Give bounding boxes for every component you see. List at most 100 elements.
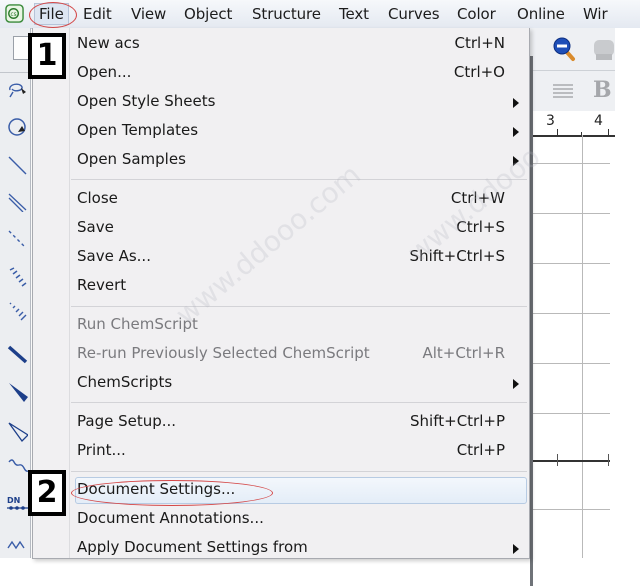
menu-item-label: Revert [77,276,127,294]
menu-item-label: Run ChemScript [77,315,198,333]
wedge-bond-icon[interactable] [6,380,28,402]
svg-text:DN: DN [7,496,20,505]
menu-item-save-as[interactable]: Save As... Shift+Ctrl+S [33,243,529,271]
horizontal-ruler: 3 4 [530,111,615,137]
submenu-arrow-icon [513,127,519,137]
menu-item-revert[interactable]: Revert [33,272,529,300]
menu-item-label: ChemScripts [77,373,173,391]
file-annotation-circle [29,2,77,28]
grid-line [530,213,610,214]
rotate-tool-icon[interactable] [6,116,28,138]
main-toolbar [530,28,615,71]
app-icon: cs [5,4,24,23]
menu-edit[interactable]: Edit [83,5,112,23]
lasso-tool-icon[interactable] [6,80,28,102]
document-canvas[interactable]: B 3 4 [530,28,640,586]
menu-object[interactable]: Object [184,5,232,23]
canvas-edge [530,56,533,586]
menu-item-shortcut: Ctrl+P [456,441,505,459]
menu-item-open-samples[interactable]: Open Samples [33,146,529,174]
hollow-wedge-bond-icon[interactable] [6,420,28,442]
menu-item-shortcut: Shift+Ctrl+P [410,412,505,430]
menu-item-label: Document Annotations... [77,509,264,527]
grid-line [530,509,610,510]
grid-line [530,313,610,314]
menu-item-open-templates[interactable]: Open Templates [33,117,529,145]
svg-text:cs: cs [11,12,17,18]
grid-line [530,263,610,264]
new-document-icon[interactable] [13,36,29,60]
bold-icon[interactable]: B [593,77,612,103]
submenu-arrow-icon [513,156,519,166]
menu-item-open-style-sheets[interactable]: Open Style Sheets [33,88,529,116]
toolbar-top-section [0,28,30,73]
solid-bond-icon[interactable] [6,154,28,176]
template-icon[interactable] [592,34,616,64]
menu-text[interactable]: Text [339,5,369,23]
zoom-out-icon[interactable] [552,35,578,63]
step-badge-2: 2 [28,470,66,516]
menu-separator [71,179,527,180]
wavy-bond-icon[interactable] [6,456,28,478]
menu-item-shortcut: Alt+Ctrl+R [422,344,505,362]
hashed-wedge-bond-icon[interactable] [6,300,28,322]
menu-item-save[interactable]: Save Ctrl+S [33,214,529,242]
menu-item-label: Save As... [77,247,151,265]
menu-item-shortcut: Ctrl+N [454,34,505,52]
menu-item-label: Save [77,218,114,236]
menu-curves[interactable]: Curves [388,5,440,23]
menu-item-open[interactable]: Open... Ctrl+O [33,59,529,87]
menu-separator [71,402,527,403]
grid-line [530,413,610,414]
double-bond-icon[interactable] [6,190,28,212]
menu-structure[interactable]: Structure [252,5,321,23]
menu-item-shortcut: Ctrl+S [456,218,505,236]
chain-tool-icon[interactable] [6,532,28,554]
menu-item-close[interactable]: Close Ctrl+W [33,185,529,213]
menu-item-label: Close [77,189,118,207]
menu-item-shortcut: Shift+Ctrl+S [409,247,505,265]
page-boundary-mark [557,454,558,466]
ruler-tick-3: 3 [546,113,555,129]
menu-item-document-annotations[interactable]: Document Annotations... [33,505,529,533]
menu-item-label: Open Samples [77,150,186,168]
grid-line [582,135,583,558]
menu-item-label: Re-run Previously Selected ChemScript [77,344,370,362]
menu-item-label: Open Templates [77,121,199,139]
menu-item-label: Open... [77,63,132,81]
step-badge-1: 1 [28,33,66,79]
ruler-mark [608,129,609,135]
menu-item-print[interactable]: Print... Ctrl+P [33,437,529,465]
menu-item-run-chemscript: Run ChemScript [33,311,529,339]
menu-item-rerun-chemscript: Re-run Previously Selected ChemScript Al… [33,340,529,368]
submenu-arrow-icon [513,98,519,108]
ruler-mark [557,129,558,135]
document-settings-annotation-circle [71,480,273,506]
menu-color[interactable]: Color [457,5,496,23]
submenu-arrow-icon [513,379,519,389]
menu-item-label: New acs [77,34,140,52]
menubar: cs File Edit View Object Structure Text … [0,0,640,29]
hashed-bond-icon[interactable] [6,266,28,288]
menu-item-page-setup[interactable]: Page Setup... Shift+Ctrl+P [33,408,529,436]
menu-item-shortcut: Ctrl+W [450,189,505,207]
menu-item-label: Open Style Sheets [77,92,216,110]
dashed-bond-icon[interactable] [6,228,28,250]
submenu-arrow-icon [513,544,519,554]
bold-bond-icon[interactable] [6,344,28,366]
menu-view[interactable]: View [131,5,166,23]
menu-separator [71,306,527,307]
left-toolbar: DN [0,28,31,558]
menu-online[interactable]: Online [517,5,565,23]
menu-separator [71,471,527,472]
align-icon[interactable] [552,83,574,101]
ruler-tick-4: 4 [594,113,603,129]
menu-item-label: Apply Document Settings from [77,538,308,556]
menu-item-label: Page Setup... [77,412,177,430]
menu-window[interactable]: Wir [583,5,608,23]
dna-tool-icon[interactable]: DN [6,494,28,516]
menu-item-chemscripts[interactable]: ChemScripts [33,369,529,397]
menu-item-label: Print... [77,441,126,459]
menu-item-new[interactable]: New acs Ctrl+N [33,30,529,58]
file-menu-dropdown: New acs Ctrl+N Open... Ctrl+O Open Style… [32,28,547,559]
